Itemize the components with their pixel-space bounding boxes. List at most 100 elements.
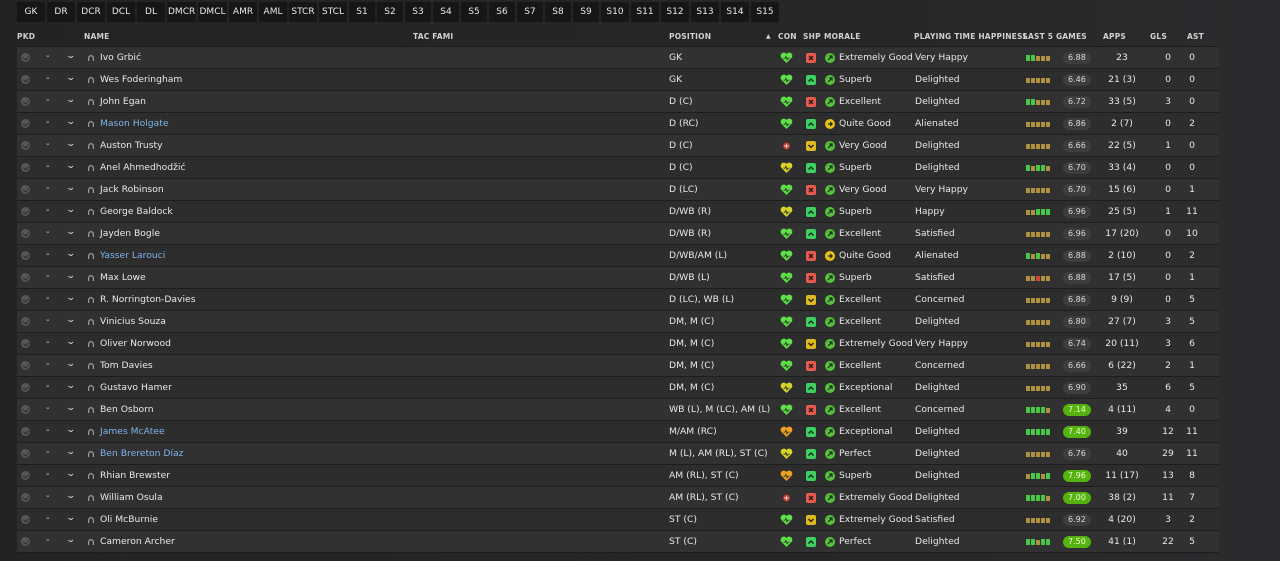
pick-check-icon[interactable] [21,273,30,282]
pick-check-icon[interactable] [21,185,30,194]
pick-check-icon[interactable] [21,295,30,304]
pick-check-icon[interactable] [21,251,30,260]
position-filter-s11[interactable]: S11 [631,2,659,22]
position-filter-s6[interactable]: S6 [489,2,515,22]
pkd-value[interactable]: - [46,465,50,485]
pkd-value[interactable]: - [46,113,50,133]
pick-check-icon[interactable] [21,207,30,216]
header-tac-fami[interactable]: TAC FAMI [413,32,453,41]
pick-check-icon[interactable] [21,537,30,546]
player-name[interactable]: Yasser Larouci [100,245,165,267]
pkd-value[interactable]: - [46,421,50,441]
player-name[interactable]: Wes Foderingham [100,69,182,91]
header-last-5-games[interactable]: LAST 5 GAMES [1023,32,1087,41]
table-row[interactable]: - ⌄ Jayden Bogle D/WB (R) Excellent Satisfied… [17,223,1219,245]
table-row[interactable]: - ⌄ Auston Trusty D (C) Very Good Delighted 6.… [17,135,1219,157]
pkd-value[interactable]: - [46,487,50,507]
player-name[interactable]: Ben Brereton Díaz [100,443,184,465]
pick-check-icon[interactable] [21,163,30,172]
pkd-value[interactable]: - [46,47,50,67]
chevron-down-icon[interactable]: ⌄ [65,403,76,413]
pkd-value[interactable]: - [46,399,50,419]
position-filter-dl[interactable]: DL [137,2,165,22]
position-filter-stcl[interactable]: STCL [319,2,347,22]
header-ast[interactable]: AST [1187,32,1204,41]
pick-check-icon[interactable] [21,449,30,458]
player-name[interactable]: George Baldock [100,201,173,223]
position-filter-dcr[interactable]: DCR [77,2,105,22]
pick-check-icon[interactable] [21,471,30,480]
header-apps[interactable]: APPS [1103,32,1126,41]
table-row[interactable]: - ⌄ George Baldock D/WB (R) Superb Happy 6.96 2… [17,201,1219,223]
chevron-down-icon[interactable]: ⌄ [65,469,76,479]
player-name[interactable]: Anel Ahmedhodžić [100,157,185,179]
table-row[interactable]: - ⌄ James McAtee M/AM (RC) Exceptional Deligh… [17,421,1219,443]
table-row[interactable]: - ⌄ Yasser Larouci D/WB/AM (L) Quite Good Ali… [17,245,1219,267]
table-row[interactable]: - ⌄ R. Norrington-Davies D (LC), WB (L) Exce… [17,289,1219,311]
pkd-value[interactable]: - [46,355,50,375]
pkd-value[interactable]: - [46,223,50,243]
table-row[interactable]: - ⌄ Gustavo Hamer DM, M (C) Exceptional Delig… [17,377,1219,399]
table-row[interactable]: - ⌄ Ben Osborn WB (L), M (LC), AM (L) Excell… [17,399,1219,421]
position-filter-dcl[interactable]: DCL [107,2,135,22]
position-filter-amr[interactable]: AMR [229,2,257,22]
player-name[interactable]: James McAtee [100,421,165,443]
chevron-down-icon[interactable]: ⌄ [65,73,76,83]
table-row[interactable]: - ⌄ Ben Brereton Díaz M (L), AM (RL), ST (C… [17,443,1219,465]
pkd-value[interactable]: - [46,245,50,265]
pick-check-icon[interactable] [21,427,30,436]
player-name[interactable]: Rhian Brewster [100,465,170,487]
header-gls[interactable]: GLS [1150,32,1167,41]
pick-check-icon[interactable] [21,339,30,348]
position-filter-s8[interactable]: S8 [545,2,571,22]
header-con[interactable]: CON [778,32,797,41]
table-row[interactable]: - ⌄ Mason Holgate D (RC) Quite Good Alienated… [17,113,1219,135]
chevron-down-icon[interactable]: ⌄ [65,315,76,325]
position-filter-s1[interactable]: S1 [349,2,375,22]
header-shp[interactable]: SHP [803,32,821,41]
pkd-value[interactable]: - [46,377,50,397]
pkd-value[interactable]: - [46,531,50,551]
position-filter-dmcl[interactable]: DMCL [198,2,227,22]
position-filter-s9[interactable]: S9 [573,2,599,22]
pkd-value[interactable]: - [46,333,50,353]
player-name[interactable]: Auston Trusty [100,135,163,157]
position-filter-dmcr[interactable]: DMCR [167,2,196,22]
table-row[interactable]: - ⌄ Ivo Grbić GK Extremely Good Very Happy 6.8… [17,47,1219,69]
position-filter-s14[interactable]: S14 [721,2,749,22]
table-row[interactable]: - ⌄ Max Lowe D/WB (L) Superb Satisfied 6.88 17 … [17,267,1219,289]
pkd-value[interactable]: - [46,509,50,529]
pkd-value[interactable]: - [46,311,50,331]
table-row[interactable]: - ⌄ Wes Foderingham GK Superb Delighted 6.46 21… [17,69,1219,91]
chevron-down-icon[interactable]: ⌄ [65,183,76,193]
pkd-value[interactable]: - [46,179,50,199]
player-name[interactable]: John Egan [100,91,146,113]
chevron-down-icon[interactable]: ⌄ [65,205,76,215]
player-name[interactable]: Jack Robinson [100,179,164,201]
position-filter-s5[interactable]: S5 [461,2,487,22]
position-filter-aml[interactable]: AML [259,2,287,22]
player-name[interactable]: Cameron Archer [100,531,175,553]
position-filter-s15[interactable]: S15 [751,2,779,22]
position-filter-stcr[interactable]: STCR [289,2,317,22]
chevron-down-icon[interactable]: ⌄ [65,161,76,171]
chevron-down-icon[interactable]: ⌄ [65,535,76,545]
chevron-down-icon[interactable]: ⌄ [65,381,76,391]
position-filter-s12[interactable]: S12 [661,2,689,22]
header-morale[interactable]: MORALE [824,32,861,41]
player-name[interactable]: Oliver Norwood [100,333,171,355]
pkd-value[interactable]: - [46,91,50,111]
player-name[interactable]: Gustavo Hamer [100,377,172,399]
table-row[interactable]: - ⌄ William Osula AM (RL), ST (C) Extremely … [17,487,1219,509]
pick-check-icon[interactable] [21,229,30,238]
pick-check-icon[interactable] [21,361,30,370]
chevron-down-icon[interactable]: ⌄ [65,51,76,61]
chevron-down-icon[interactable]: ⌄ [65,95,76,105]
pick-check-icon[interactable] [21,75,30,84]
chevron-down-icon[interactable]: ⌄ [65,491,76,501]
chevron-down-icon[interactable]: ⌄ [65,425,76,435]
position-filter-s3[interactable]: S3 [405,2,431,22]
pkd-value[interactable]: - [46,443,50,463]
chevron-down-icon[interactable]: ⌄ [65,139,76,149]
chevron-down-icon[interactable]: ⌄ [65,513,76,523]
